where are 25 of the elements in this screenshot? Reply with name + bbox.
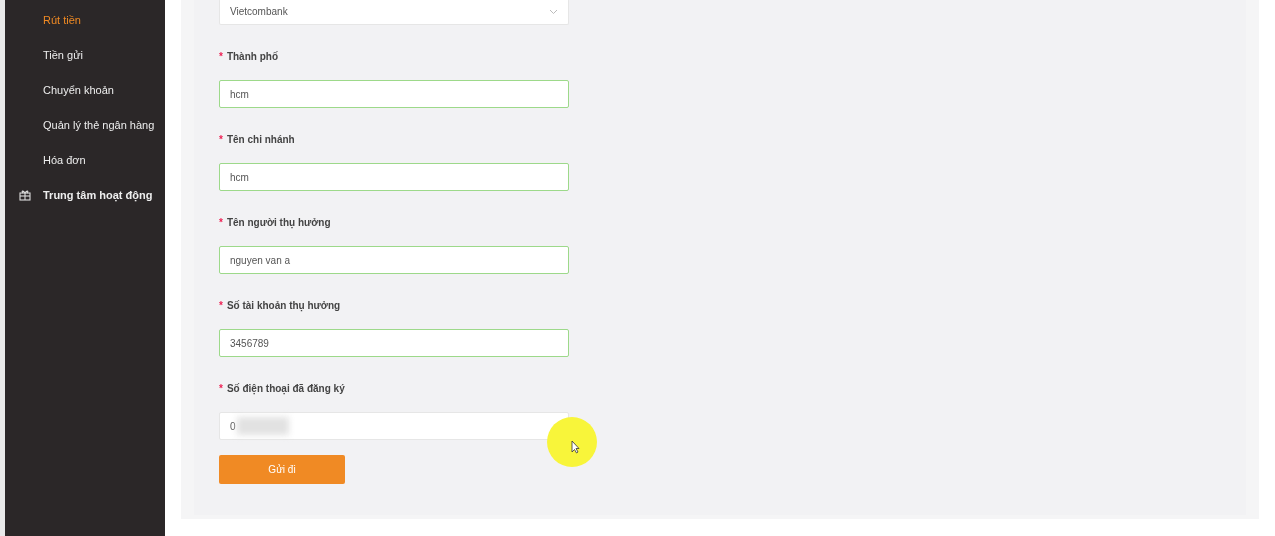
input-field[interactable]: hcm (219, 163, 569, 191)
sidebar-item[interactable]: Hóa đơn (5, 150, 165, 185)
required-mark: * (219, 299, 223, 313)
sidebar-item[interactable]: Quản lý thẻ ngân hàng (5, 115, 165, 150)
input-field[interactable]: nguyen van a (219, 246, 569, 274)
required-mark: * (219, 50, 223, 64)
field-label: Số tài khoản thụ hưởng (226, 299, 341, 313)
field-label: Số điện thoại đã đăng ký (226, 382, 345, 396)
input-field[interactable]: 3456789 (219, 329, 569, 357)
bank-select[interactable]: Vietcombank (219, 0, 569, 25)
required-mark: * (219, 382, 223, 396)
gift-icon (19, 189, 31, 201)
sidebar-item[interactable]: Chuyển khoản (5, 80, 165, 115)
field-label: Tên người thụ hưởng (226, 216, 331, 230)
chevron-down-icon (549, 8, 558, 15)
sidebar-item[interactable]: Rút tiền (5, 10, 165, 45)
input-field[interactable]: hcm (219, 80, 569, 108)
pointer-icon (571, 440, 580, 454)
sidebar-item[interactable]: Tiền gửi (5, 45, 165, 80)
field-label: Tên chi nhánh (226, 133, 295, 147)
sidebar-section[interactable]: Trung tâm hoạt động (5, 185, 165, 220)
field-label: Thành phố (226, 50, 278, 64)
required-mark: * (219, 133, 223, 147)
required-mark: * (219, 216, 223, 230)
cursor-highlight (547, 417, 597, 467)
